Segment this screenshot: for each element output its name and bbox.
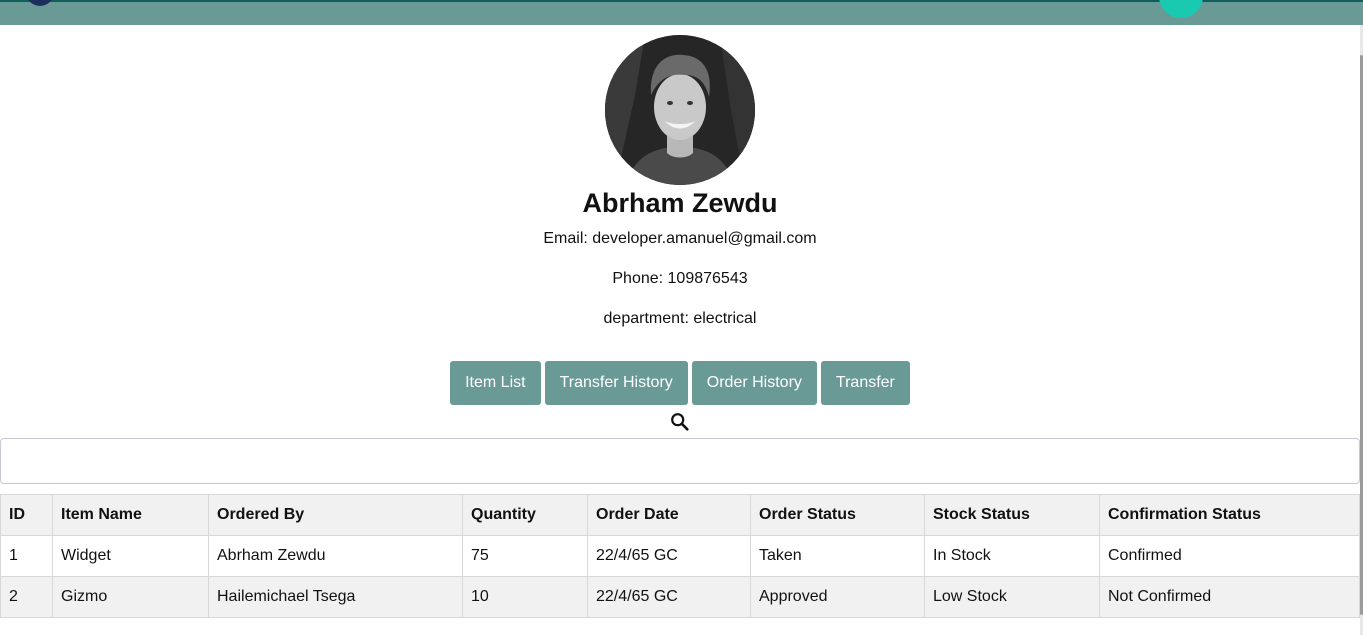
- column-header-stock-status[interactable]: Stock Status: [924, 494, 1100, 536]
- top-navbar: [0, 0, 1363, 25]
- order-history-button[interactable]: Order History: [691, 361, 817, 405]
- cell-ordered-by: Abrham Zewdu: [208, 535, 463, 577]
- profile-card: Abrham Zewdu Email: developer.amanuel@gm…: [0, 35, 1360, 329]
- transfer-button[interactable]: Transfer: [820, 361, 910, 405]
- cell-id: 2: [0, 576, 53, 618]
- profile-photo: [605, 35, 755, 185]
- cell-stock-status: Low Stock: [924, 576, 1100, 618]
- cell-item-name: Gizmo: [52, 576, 209, 618]
- cell-order-status: Approved: [750, 576, 925, 618]
- cell-ordered-by: Hailemichael Tsega: [208, 576, 463, 618]
- user-avatar-icon[interactable]: [1159, 0, 1203, 18]
- cell-stock-status: In Stock: [924, 535, 1100, 577]
- profile-department: department: electrical: [603, 310, 757, 327]
- column-header-order-status[interactable]: Order Status: [750, 494, 925, 536]
- column-header-item-name[interactable]: Item Name: [52, 494, 209, 536]
- nav-button-group: Item List Transfer History Order History…: [0, 361, 1360, 405]
- profile-avatar: [605, 35, 755, 185]
- column-header-order-date[interactable]: Order Date: [587, 494, 751, 536]
- cell-confirmation-status: Not Confirmed: [1099, 576, 1360, 618]
- cell-quantity: 10: [462, 576, 588, 618]
- table-row[interactable]: 1 Widget Abrham Zewdu 75 22/4/65 GC Take…: [0, 535, 1360, 577]
- column-header-quantity[interactable]: Quantity: [462, 494, 588, 536]
- orders-table: ID Item Name Ordered By Quantity Order D…: [0, 494, 1360, 618]
- app-logo[interactable]: [26, 0, 54, 6]
- cell-id: 1: [0, 535, 53, 577]
- transfer-history-button[interactable]: Transfer History: [544, 361, 688, 405]
- search-icon[interactable]: [669, 411, 691, 433]
- cell-item-name: Widget: [52, 535, 209, 577]
- item-list-button[interactable]: Item List: [450, 361, 541, 405]
- search-input[interactable]: [0, 438, 1360, 484]
- column-header-id[interactable]: ID: [0, 494, 53, 536]
- cell-order-date: 22/4/65 GC: [587, 576, 751, 618]
- profile-name: Abrham Zewdu: [582, 188, 778, 218]
- table-header-row: ID Item Name Ordered By Quantity Order D…: [0, 494, 1360, 536]
- table-row[interactable]: 2 Gizmo Hailemichael Tsega 10 22/4/65 GC…: [0, 576, 1360, 618]
- cell-quantity: 75: [462, 535, 588, 577]
- profile-phone: Phone: 109876543: [612, 270, 748, 287]
- cell-order-status: Taken: [750, 535, 925, 577]
- cell-order-date: 22/4/65 GC: [587, 535, 751, 577]
- profile-email: Email: developer.amanuel@gmail.com: [543, 230, 817, 247]
- cell-confirmation-status: Confirmed: [1099, 535, 1360, 577]
- column-header-ordered-by[interactable]: Ordered By: [208, 494, 463, 536]
- column-header-confirmation-status[interactable]: Confirmation Status: [1099, 494, 1360, 536]
